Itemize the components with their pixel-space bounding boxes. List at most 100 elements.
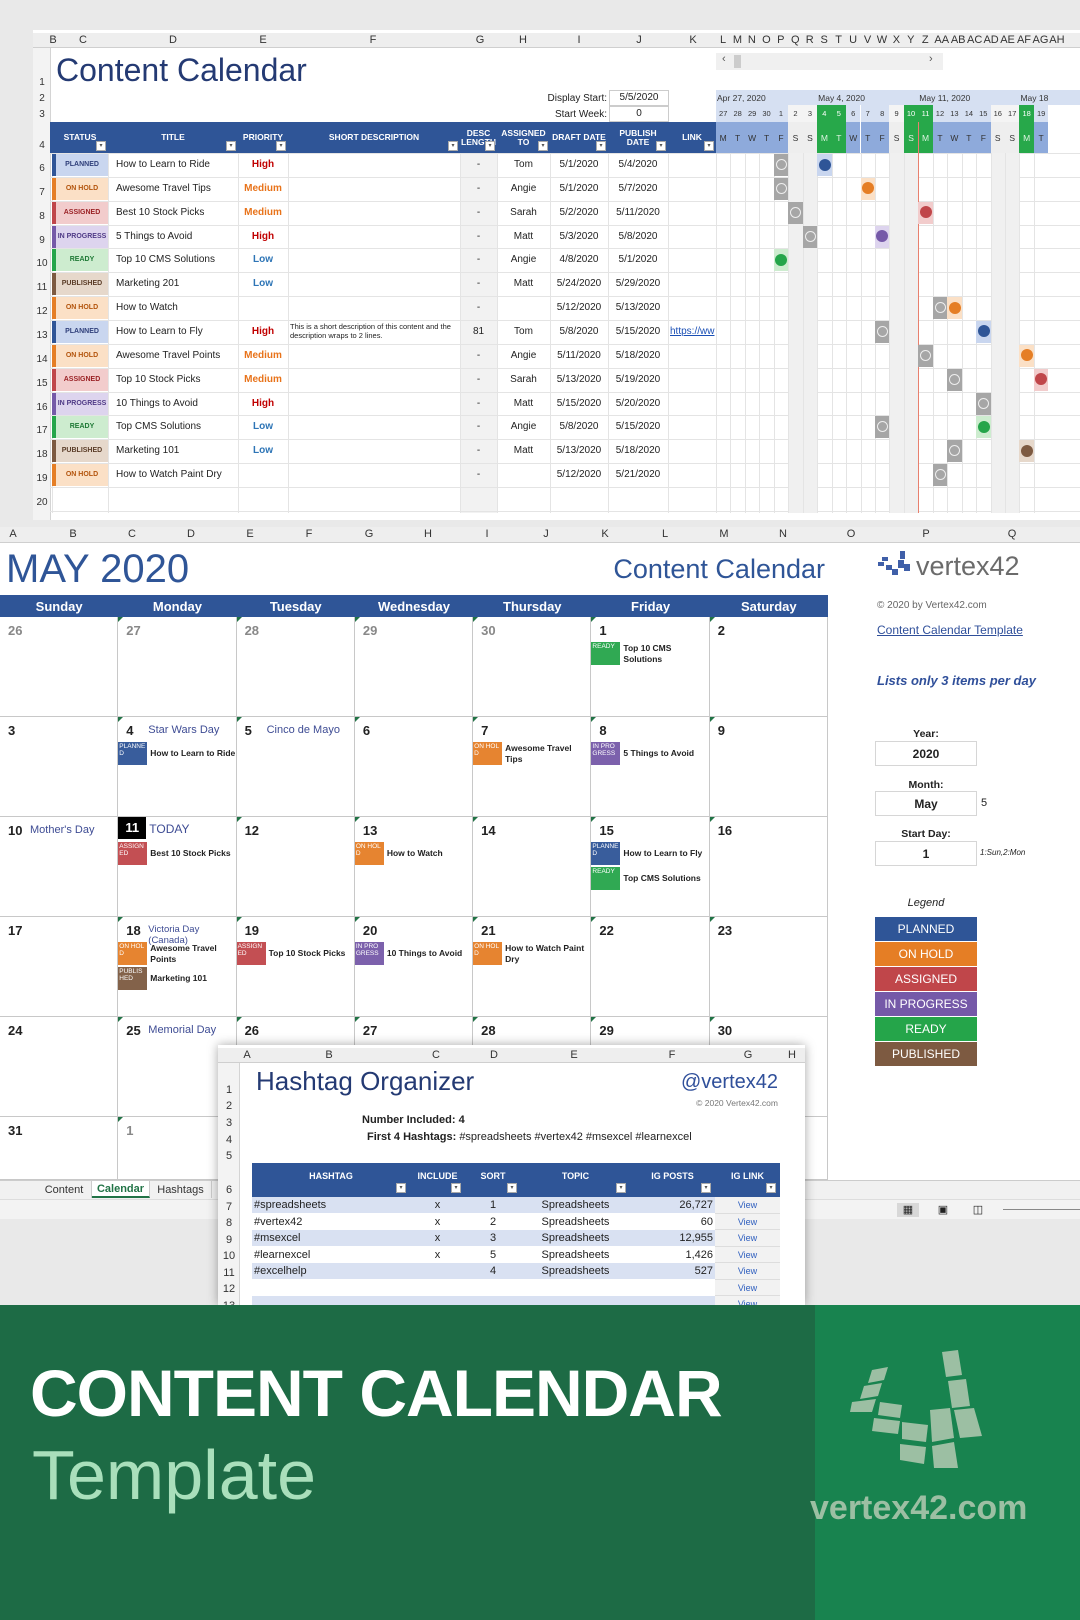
- sheet-tab-hashtags[interactable]: Hashtags: [150, 1181, 212, 1198]
- description-cell[interactable]: [290, 296, 460, 319]
- row-number[interactable]: 1: [220, 1084, 238, 1096]
- priority-cell[interactable]: Medium: [238, 344, 288, 367]
- row-number[interactable]: 7: [33, 187, 51, 198]
- draft-date-cell[interactable]: 4/8/2020: [550, 248, 608, 271]
- column-letter[interactable]: N: [748, 34, 756, 46]
- column-letter[interactable]: AD: [983, 34, 998, 46]
- column-letter[interactable]: J: [636, 34, 642, 46]
- title-cell[interactable]: Awesome Travel Points: [116, 344, 236, 367]
- calendar-event[interactable]: READY Top 10 CMS Solutions: [591, 642, 708, 665]
- filter-dropdown-button[interactable]: ▾: [704, 141, 714, 151]
- topic-cell[interactable]: Spreadsheets: [521, 1230, 630, 1246]
- column-letter[interactable]: O: [762, 34, 771, 46]
- calendar-day-cell[interactable]: 17: [0, 917, 119, 1017]
- link-cell[interactable]: [670, 248, 716, 271]
- link-cell[interactable]: [670, 463, 716, 486]
- title-cell[interactable]: Marketing 201: [116, 272, 236, 295]
- draft-date-cell[interactable]: 5/13/2020: [550, 439, 608, 462]
- description-cell[interactable]: [290, 463, 460, 486]
- description-cell[interactable]: [290, 177, 460, 200]
- draft-date-cell[interactable]: 5/12/2020: [550, 296, 608, 319]
- row-number[interactable]: 8: [33, 211, 51, 222]
- title-cell[interactable]: Awesome Travel Tips: [116, 177, 236, 200]
- row-number[interactable]: 15: [33, 378, 51, 389]
- assigned-cell[interactable]: Angie: [497, 177, 550, 200]
- filter-dropdown-button[interactable]: ▾: [451, 1183, 461, 1193]
- priority-cell[interactable]: Medium: [238, 368, 288, 391]
- include-cell[interactable]: x: [410, 1247, 465, 1263]
- filter-dropdown-button[interactable]: ▾: [448, 141, 458, 151]
- column-letter[interactable]: H: [519, 34, 527, 46]
- hashtag-cell[interactable]: #vertex42: [254, 1214, 410, 1230]
- year-input[interactable]: 2020: [875, 741, 977, 766]
- row-number[interactable]: 17: [33, 425, 51, 436]
- topic-cell[interactable]: [521, 1296, 630, 1305]
- calendar-day-cell[interactable]: 22: [591, 917, 710, 1017]
- calendar-event[interactable]: ON HOLD How to Watch: [354, 842, 472, 865]
- status-cell[interactable]: ON HOLD: [56, 344, 108, 367]
- assigned-cell[interactable]: [497, 463, 550, 486]
- description-cell[interactable]: [290, 272, 460, 295]
- column-letter[interactable]: T: [835, 34, 842, 46]
- status-cell[interactable]: ASSIGNED: [56, 201, 108, 224]
- link-cell[interactable]: [670, 439, 716, 462]
- column-letter[interactable]: A: [243, 1049, 250, 1061]
- hashtag-cell[interactable]: [254, 1296, 410, 1305]
- priority-cell[interactable]: High: [238, 320, 288, 343]
- column-letter[interactable]: F: [370, 34, 377, 46]
- calendar-event[interactable]: PLANNED How to Learn to Ride: [118, 742, 235, 765]
- column-letter[interactable]: V: [864, 34, 871, 46]
- column-letter[interactable]: Q: [1008, 528, 1017, 540]
- priority-cell[interactable]: Low: [238, 272, 288, 295]
- publish-date-cell[interactable]: 5/15/2020: [608, 320, 668, 343]
- calendar-day-cell[interactable]: 12: [236, 817, 355, 917]
- assigned-cell[interactable]: Angie: [497, 248, 550, 271]
- draft-date-cell[interactable]: 5/15/2020: [550, 392, 608, 415]
- sort-cell[interactable]: 2: [465, 1214, 521, 1230]
- hashtag-cell[interactable]: #msexcel: [254, 1230, 410, 1246]
- calendar-day-cell[interactable]: 6: [354, 717, 474, 817]
- calendar-day-cell[interactable]: 3: [0, 717, 119, 817]
- hashtag-cell[interactable]: #excelhelp: [254, 1263, 410, 1279]
- column-letter[interactable]: Z: [922, 34, 929, 46]
- column-letter[interactable]: R: [806, 34, 814, 46]
- page-layout-view-icon[interactable]: ▣: [935, 1203, 951, 1217]
- row-number[interactable]: 5: [220, 1150, 238, 1162]
- column-letter[interactable]: B: [69, 528, 76, 540]
- filter-dropdown-button[interactable]: ▾: [596, 141, 606, 151]
- hashtag-cell[interactable]: #spreadsheets: [254, 1197, 410, 1213]
- description-cell[interactable]: This is a short description of this cont…: [290, 320, 460, 343]
- template-link[interactable]: Content Calendar Template: [877, 623, 1023, 637]
- column-letter[interactable]: L: [720, 34, 726, 46]
- status-cell[interactable]: READY: [56, 416, 108, 439]
- assigned-cell[interactable]: Matt: [497, 439, 550, 462]
- title-cell[interactable]: 10 Things to Avoid: [116, 392, 236, 415]
- priority-cell[interactable]: Low: [238, 415, 288, 438]
- row-number[interactable]: 6: [220, 1184, 238, 1196]
- draft-date-cell[interactable]: 5/12/2020: [550, 463, 608, 486]
- calendar-day-cell[interactable]: 10 Mother's Day: [0, 817, 119, 917]
- column-letter[interactable]: P: [777, 34, 784, 46]
- page-break-view-icon[interactable]: ◫: [970, 1203, 986, 1217]
- priority-cell[interactable]: [238, 296, 288, 319]
- draft-date-cell[interactable]: 5/11/2020: [550, 344, 608, 367]
- priority-cell[interactable]: Low: [238, 439, 288, 462]
- calendar-day-cell[interactable]: 9: [709, 717, 828, 817]
- title-cell[interactable]: How to Watch: [116, 296, 236, 319]
- ig-posts-cell[interactable]: [630, 1280, 713, 1296]
- description-cell[interactable]: [290, 368, 460, 391]
- calendar-day-cell[interactable]: 21 ON HOLD How to Watch Paint Dry: [473, 917, 592, 1017]
- title-cell[interactable]: Top CMS Solutions: [116, 415, 236, 438]
- column-letter[interactable]: J: [543, 528, 549, 540]
- title-cell[interactable]: How to Learn to Ride: [116, 153, 236, 176]
- filter-dropdown-button[interactable]: ▾: [701, 1183, 711, 1193]
- publish-date-cell[interactable]: 5/20/2020: [608, 392, 668, 415]
- hashtag-cell[interactable]: #learnexcel: [254, 1247, 410, 1263]
- filter-dropdown-button[interactable]: ▾: [507, 1183, 517, 1193]
- calendar-day-cell[interactable]: 26: [0, 617, 119, 717]
- link-cell[interactable]: [670, 392, 716, 415]
- draft-date-cell[interactable]: 5/1/2020: [550, 153, 608, 176]
- calendar-event[interactable]: ON HOLD Awesome Travel Tips: [473, 742, 590, 765]
- column-letter[interactable]: K: [689, 34, 696, 46]
- scroll-thumb[interactable]: [734, 55, 741, 68]
